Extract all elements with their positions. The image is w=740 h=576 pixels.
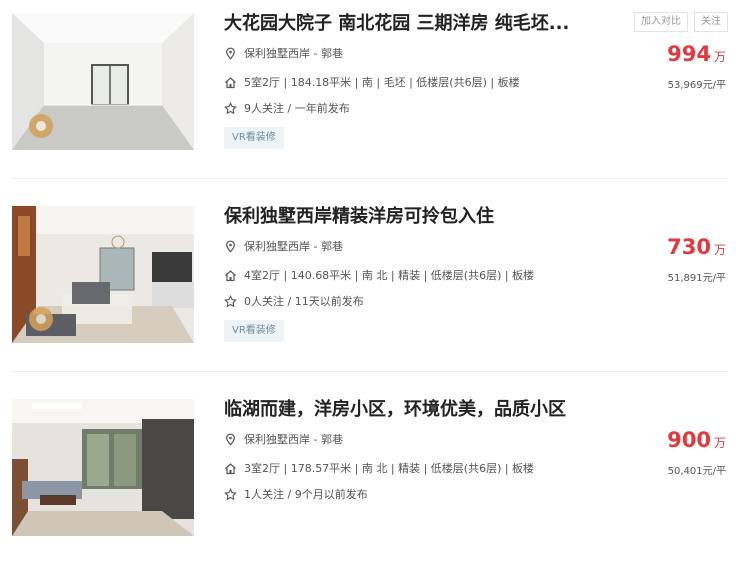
listing-title[interactable]: 保利独墅西岸精装洋房可拎包入住 [224, 202, 584, 228]
location-pin-icon [224, 47, 237, 60]
community-link[interactable]: 保利独墅西岸 - 郭巷 [244, 431, 343, 447]
vr-badge-icon [29, 307, 53, 331]
house-icon [224, 269, 237, 282]
house-info-row: 5室2厅 | 184.18平米 | 南 | 毛坯 | 低楼层(共6层) | 板楼 [224, 74, 520, 90]
price-value: 994 [667, 42, 711, 66]
listing-item[interactable]: 大花园大院子 南北花园 三期洋房 纯毛坯... 加入对比 关注 保利独墅西岸 -… [0, 0, 740, 190]
house-icon [224, 462, 237, 475]
listing-title[interactable]: 临湖而建，洋房小区，环境优美，品质小区 [224, 395, 584, 421]
vr-badge-icon [29, 114, 53, 138]
unit-price: 51,891元/平 [667, 273, 726, 284]
follow-info: 1人关注 / 9个月以前发布 [244, 488, 368, 501]
house-info: 3室2厅 | 178.57平米 | 南 北 | 精装 | 低楼层(共6层) | … [244, 462, 535, 475]
community-link[interactable]: 保利独墅西岸 - 郭巷 [244, 45, 343, 61]
follow-info-row: 1人关注 / 9个月以前发布 [224, 486, 368, 502]
house-info: 5室2厅 | 184.18平米 | 南 | 毛坯 | 低楼层(共6层) | 板楼 [244, 76, 520, 89]
price-unit: 万 [713, 436, 726, 450]
price-value: 730 [667, 235, 711, 259]
listing-photo[interactable] [12, 399, 194, 536]
total-price: 730 万 [667, 235, 726, 259]
listing-item[interactable]: 临湖而建，洋房小区，环境优美，品质小区 保利独墅西岸 - 郭巷 3室2厅 | 1… [0, 386, 740, 576]
community-link[interactable]: 保利独墅西岸 - 郭巷 [244, 238, 343, 254]
follow-button[interactable]: 关注 [694, 12, 728, 32]
community-row: 保利独墅西岸 - 郭巷 [224, 431, 343, 447]
price-unit: 万 [713, 243, 726, 257]
listing-list: 大花园大院子 南北花园 三期洋房 纯毛坯... 加入对比 关注 保利独墅西岸 -… [0, 0, 740, 536]
house-info-row: 3室2厅 | 178.57平米 | 南 北 | 精装 | 低楼层(共6层) | … [224, 460, 534, 476]
listing-item[interactable]: 保利独墅西岸精装洋房可拎包入住 保利独墅西岸 - 郭巷 4室2厅 | 140.6… [0, 193, 740, 383]
community-row: 保利独墅西岸 - 郭巷 [224, 45, 343, 61]
listing-photo[interactable] [12, 13, 194, 150]
divider [12, 178, 728, 179]
listing-photo[interactable] [12, 206, 194, 343]
location-pin-icon [224, 240, 237, 253]
community-row: 保利独墅西岸 - 郭巷 [224, 238, 343, 254]
unit-price: 53,969元/平 [667, 80, 726, 91]
house-info-row: 4室2厅 | 140.68平米 | 南 北 | 精装 | 低楼层(共6层) | … [224, 267, 534, 283]
price-value: 900 [667, 428, 711, 452]
vr-tag[interactable]: VR看装修 [224, 320, 284, 342]
house-info: 4室2厅 | 140.68平米 | 南 北 | 精装 | 低楼层(共6层) | … [244, 269, 535, 282]
follow-info: 0人关注 / 11天以前发布 [244, 295, 364, 308]
house-icon [224, 76, 237, 89]
vr-tag[interactable]: VR看装修 [224, 127, 284, 149]
star-icon [224, 487, 237, 501]
follow-info-row: 9人关注 / 一年前发布 [224, 100, 350, 116]
follow-info-row: 0人关注 / 11天以前发布 [224, 293, 364, 309]
total-price: 994 万 [667, 42, 726, 66]
total-price: 900 万 [667, 428, 726, 452]
divider [12, 371, 728, 372]
price-unit: 万 [713, 50, 726, 64]
listing-title[interactable]: 大花园大院子 南北花园 三期洋房 纯毛坯... [224, 9, 584, 35]
add-compare-button[interactable]: 加入对比 [634, 12, 688, 32]
location-pin-icon [224, 433, 237, 446]
star-icon [224, 294, 237, 308]
follow-info: 9人关注 / 一年前发布 [244, 102, 350, 115]
star-icon [224, 101, 237, 115]
unit-price: 50,401元/平 [667, 466, 726, 477]
